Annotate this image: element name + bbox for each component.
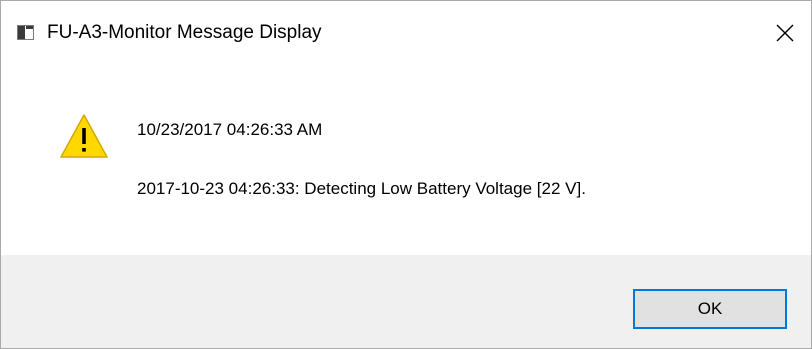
window-app-icon xyxy=(17,25,34,40)
ok-button[interactable]: OK xyxy=(633,289,787,329)
message-dialog: FU-A3-Monitor Message Display 10/23/2017… xyxy=(0,0,812,349)
message-text: 2017-10-23 04:26:33: Detecting Low Batte… xyxy=(137,179,586,198)
title-bar[interactable]: FU-A3-Monitor Message Display xyxy=(1,1,811,63)
message-timestamp: 10/23/2017 04:26:33 AM xyxy=(137,120,323,139)
close-button[interactable] xyxy=(763,13,807,53)
message-area xyxy=(1,63,811,255)
warning-icon xyxy=(60,114,108,158)
window-title: FU-A3-Monitor Message Display xyxy=(47,22,322,43)
close-icon xyxy=(776,24,794,42)
